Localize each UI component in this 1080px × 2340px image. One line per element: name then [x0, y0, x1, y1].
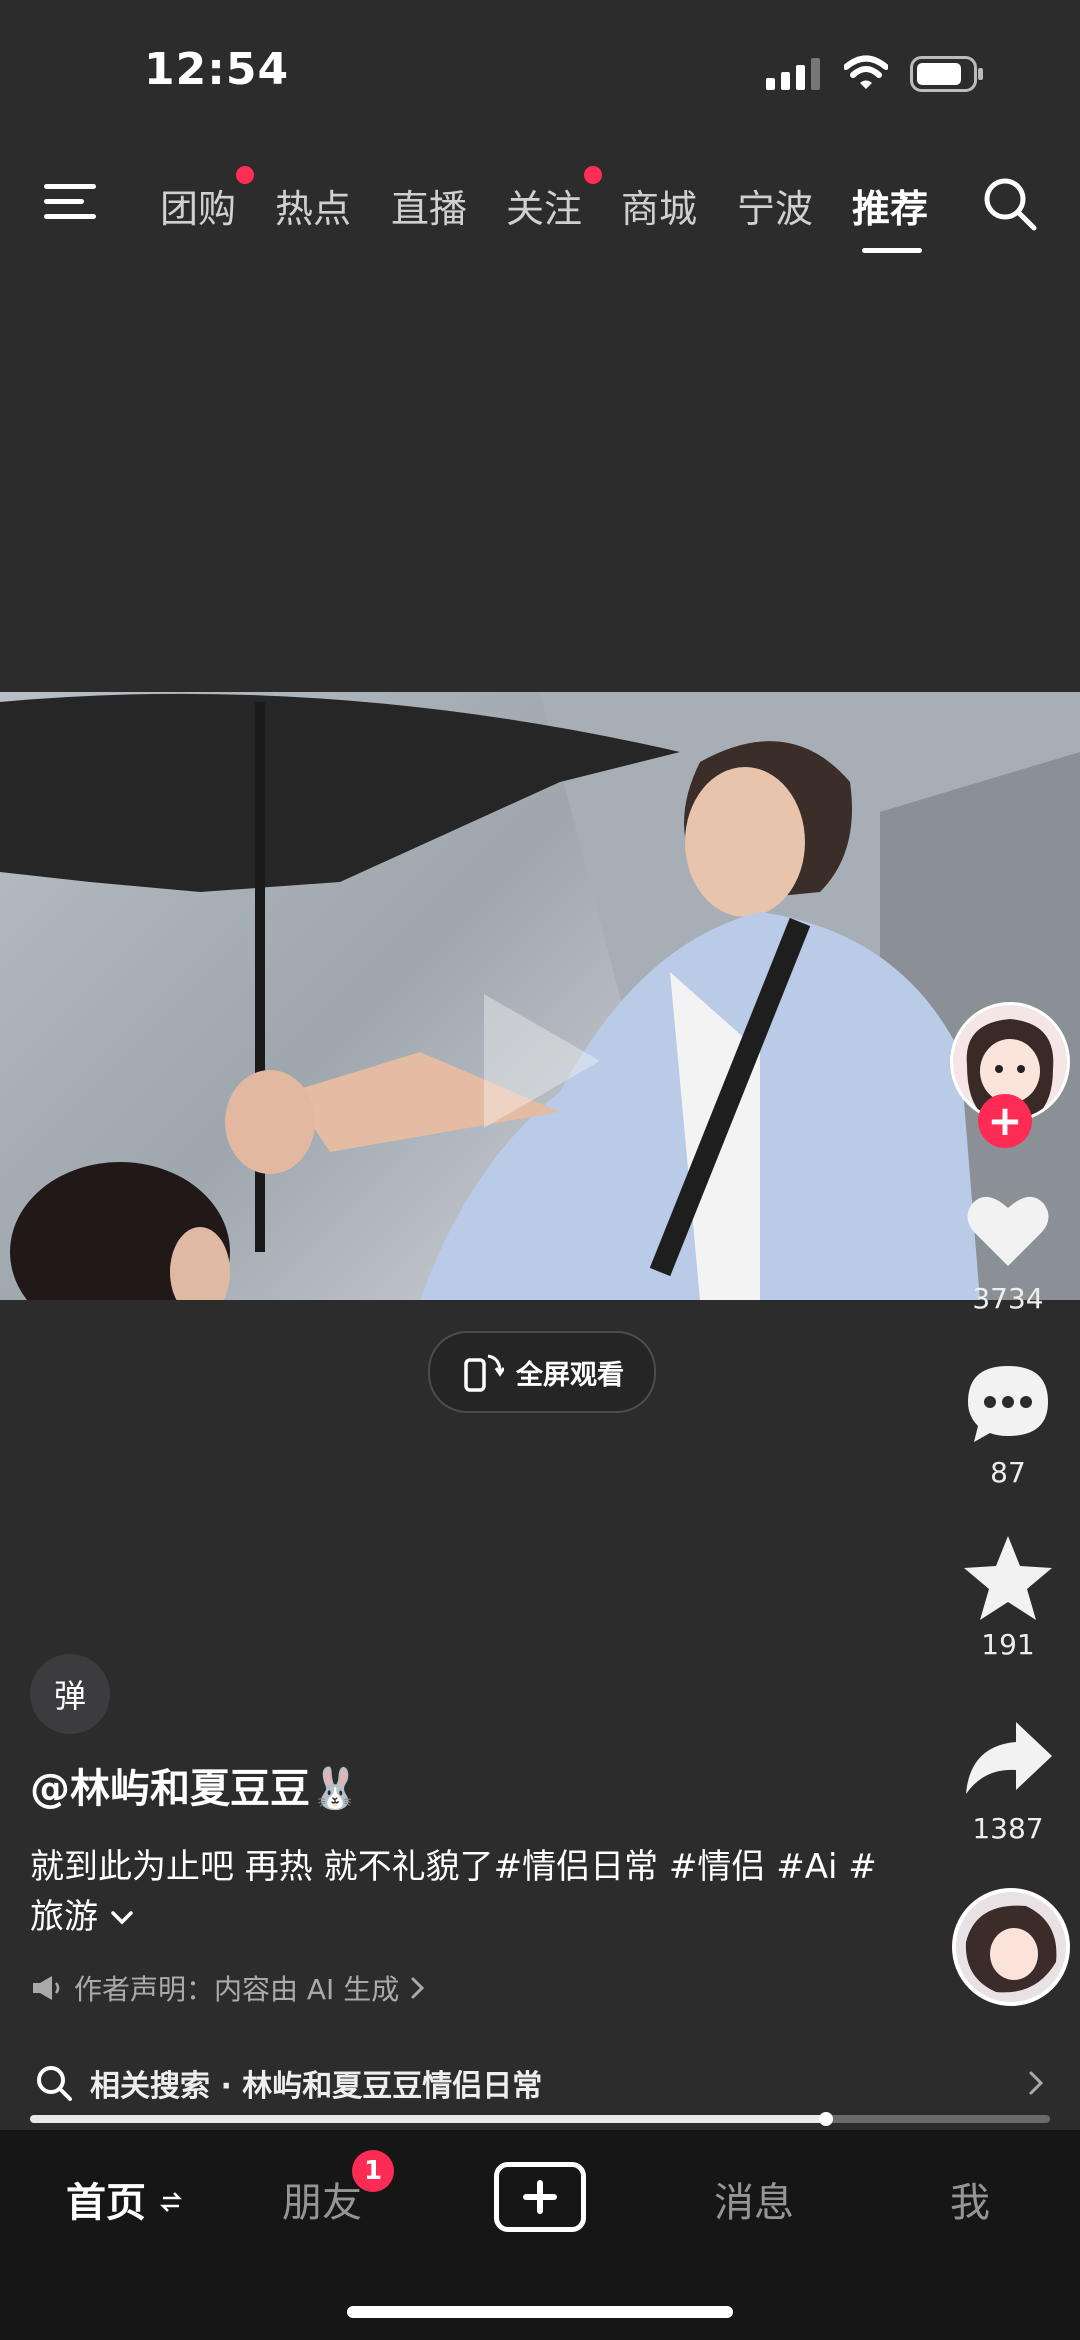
danmaku-label: 弹: [53, 1677, 86, 1715]
friends-badge: 1: [352, 2150, 394, 2192]
tab-mall[interactable]: 商城: [621, 178, 697, 233]
wifi-icon: [844, 55, 888, 89]
tab-home-label: 首页: [66, 2180, 146, 2226]
like-icon[interactable]: [960, 1182, 1056, 1278]
caption-text: 就到此为止吧 再热 就不礼貌了#情侣日常 #情侣 #Ai #旅游: [30, 1847, 877, 1937]
rotate-screen-icon: [464, 1354, 504, 1392]
chevron-right-icon: [411, 1977, 425, 1999]
like-count: 3734: [972, 1282, 1044, 1315]
related-search-bar[interactable]: 相关搜索 · 林屿和夏豆豆情侣日常: [0, 2052, 1080, 2114]
tab-following[interactable]: 关注: [506, 178, 582, 233]
home-indicator: [347, 2306, 733, 2318]
ai-declaration[interactable]: 作者声明：内容由 AI 生成: [30, 1968, 427, 2008]
menu-icon[interactable]: [44, 180, 96, 224]
tab-following-dot: [584, 166, 602, 184]
create-post-button[interactable]: [494, 2162, 586, 2232]
fullscreen-label: 全屏观看: [516, 1359, 624, 1391]
megaphone-icon: [33, 1976, 60, 2000]
tab-messages[interactable]: 消息: [714, 2170, 794, 2228]
play-icon[interactable]: [470, 986, 610, 1136]
share-count: 1387: [972, 1812, 1044, 1845]
ai-declaration-text: 作者声明：内容由 AI 生成: [74, 1973, 400, 2006]
author-name[interactable]: @林屿和夏豆豆🐰: [30, 1756, 360, 1814]
search-icon[interactable]: [982, 176, 1038, 232]
tab-group-buy-dot: [236, 166, 254, 184]
expand-caption-icon[interactable]: [109, 1908, 135, 1928]
tab-hot[interactable]: 热点: [275, 178, 351, 233]
favorite-count: 191: [981, 1628, 1035, 1661]
tab-home[interactable]: 首页: [66, 2170, 182, 2228]
video-caption[interactable]: 就到此为止吧 再热 就不礼貌了#情侣日常 #情侣 #Ai #旅游: [30, 1842, 890, 1942]
favorite-star-icon[interactable]: [960, 1530, 1056, 1626]
tab-ningbo[interactable]: 宁波: [737, 178, 813, 233]
status-time: 12:54: [144, 44, 290, 95]
comment-icon[interactable]: [960, 1356, 1056, 1452]
plus-icon: [523, 2180, 557, 2214]
music-disc-image: [965, 1905, 1057, 1993]
video-progress-bar[interactable]: [30, 2112, 1050, 2126]
comment-count: 87: [990, 1456, 1026, 1489]
fullscreen-button[interactable]: 全屏观看: [428, 1331, 656, 1413]
battery-icon: [910, 56, 983, 92]
video-progress-fill: [30, 2115, 826, 2123]
danmaku-toggle-button[interactable]: 弹: [30, 1654, 110, 1734]
tab-friends[interactable]: 朋友: [282, 2170, 362, 2228]
music-disc-avatar[interactable]: [952, 1888, 1070, 2006]
follow-button[interactable]: +: [978, 1094, 1032, 1148]
related-search-text: 相关搜索 · 林屿和夏豆豆情侣日常: [90, 2069, 543, 2104]
refresh-arrows-icon: [159, 2192, 182, 2212]
tab-me[interactable]: 我: [950, 2170, 990, 2228]
tab-group-buy[interactable]: 团购: [160, 178, 236, 233]
share-icon[interactable]: [960, 1712, 1056, 1808]
tab-live[interactable]: 直播: [391, 178, 467, 233]
tab-recommend[interactable]: 推荐: [852, 178, 928, 233]
signal-icon: [766, 58, 820, 90]
video-progress-handle[interactable]: [818, 2112, 833, 2126]
active-tab-indicator: [862, 248, 922, 253]
related-search-icon: [37, 2066, 72, 2101]
related-chevron-right-icon: [1029, 2071, 1044, 2095]
